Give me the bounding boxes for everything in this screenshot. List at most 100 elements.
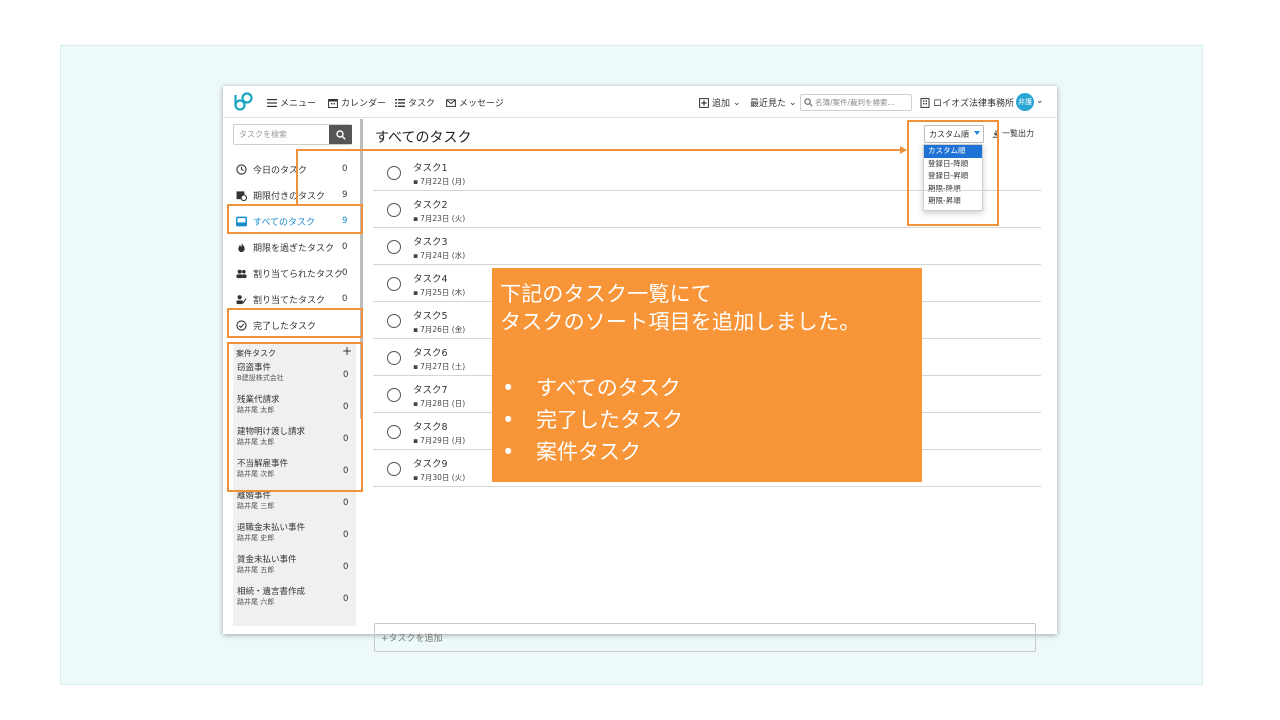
add-task-input[interactable]: +タスクを追加 [374,623,1036,652]
sidebar-item-label: 割り当てたタスク [253,295,326,306]
envelope-icon [446,98,456,107]
bullet-dot: • [502,440,515,464]
task-date: ▪ 7月22日 (月) [413,176,465,187]
plus-square-icon [699,97,709,108]
sidebar-item-count: 0 [342,164,348,174]
hamburger-icon [267,98,277,107]
task-date: ▪ 7月28日 (日) [413,398,465,409]
sidebar-item-label: 期限を過ぎたタスク [253,243,335,254]
highlight-case-tasks [227,342,363,492]
search-icon [335,129,346,140]
nav-menu[interactable]: メニュー [267,96,316,109]
global-search-input[interactable]: 名簿/案件/裁判を検索... [800,94,912,111]
task-complete-checkbox[interactable] [387,166,401,180]
building-icon [920,97,930,108]
task-complete-checkbox[interactable] [387,462,401,476]
nav-task[interactable]: タスク [395,96,435,109]
case-count: 0 [343,530,349,540]
task-date-text: 7月30日 (火) [420,473,466,482]
case-item[interactable]: 賃金未払い事件 路井尾 五郎 0 [237,555,355,587]
add-button[interactable]: 追加 ⌄ [699,96,741,109]
case-count: 0 [343,594,349,604]
task-date: ▪ 7月26日 (金) [413,324,465,335]
task-complete-checkbox[interactable] [387,351,401,365]
task-complete-checkbox[interactable] [387,425,401,439]
recent-button[interactable]: 最近見た ⌄ [750,96,797,110]
sidebar-item-count: 0 [342,268,348,278]
callout-line-1: 下記のタスク一覧にて [500,282,712,306]
search-icon [804,98,813,107]
bullet-dot: • [502,408,515,432]
sidebar-item-today[interactable]: 今日のタスク 0 [230,156,358,182]
sidebar-item-count: 9 [342,190,348,200]
export-label: 一覧出力 [1002,129,1034,138]
global-search-placeholder: 名簿/案件/裁判を検索... [815,98,895,107]
callout-bullet-text: すべてのタスク [536,376,681,400]
task-complete-checkbox[interactable] [387,277,401,291]
case-name: 相続・遺言書作成 [237,587,306,597]
connector-line-horizontal [296,149,900,151]
nav-message[interactable]: メッセージ [446,96,504,109]
task-complete-checkbox[interactable] [387,314,401,328]
nav-task-label: タスク [408,99,436,109]
recent-label: 最近見た [750,99,787,109]
task-date: ▪ 7月30日 (火) [413,472,465,483]
arrow-head-icon [900,146,907,154]
nav-calendar[interactable]: カレンダー [328,96,386,109]
task-complete-checkbox[interactable] [387,240,401,254]
case-item[interactable]: 相続・遺言書作成 路井尾 六郎 0 [237,587,355,619]
task-complete-checkbox[interactable] [387,203,401,217]
task-name: タスク5 [413,311,448,322]
task-name: タスク3 [413,237,448,248]
task-date-text: 7月24日 (水) [420,251,466,260]
callout-bullet: • すべてのタスク [502,372,681,402]
task-date-text: 7月23日 (火) [420,214,466,223]
case-client: 路井尾 五郎 [237,566,275,574]
case-name: 離婚事件 [237,491,272,501]
task-row[interactable]: タスク3 ▪ 7月24日 (水) [373,228,1041,265]
highlight-completed-tasks [227,308,363,338]
task-search-button[interactable] [329,125,352,144]
case-item[interactable]: 退職金未払い事件 路井尾 史郎 0 [237,523,355,555]
task-name: タスク1 [413,163,448,174]
add-label: 追加 [712,99,731,109]
calendar-icon [328,98,338,108]
highlight-all-tasks [227,204,363,234]
task-search-input[interactable]: タスクを検索 [233,124,352,145]
bullet-dot: • [502,376,515,400]
callout-bullet-text: 案件タスク [536,440,641,464]
case-name: 退職金未払い事件 [237,523,306,533]
callout-line-2: タスクのソート項目を追加しました。 [500,310,861,334]
user-avatar[interactable]: 弁護 [1016,93,1034,111]
nav-message-label: メッセージ [459,99,504,109]
sidebar-item-count: 0 [342,294,348,304]
task-name: タスク7 [413,385,448,396]
task-date: ▪ 7月27日 (土) [413,361,465,372]
calendar-clock-icon: ▪ [413,251,419,260]
task-complete-checkbox[interactable] [387,388,401,402]
calendar-clock-icon [235,189,247,201]
task-search-placeholder: タスクを検索 [239,130,287,139]
sidebar-item-assigned-to-me[interactable]: 割り当てられたタスク 0 [230,260,358,286]
case-client: 路井尾 史郎 [237,534,275,542]
task-name: タスク4 [413,274,448,285]
user-assign-icon [235,293,247,305]
app-logo-icon[interactable] [234,92,254,112]
calendar-clock-icon: ▪ [413,325,419,334]
case-client: 路井尾 六郎 [237,598,275,606]
clock-icon [235,163,247,175]
chevron-down-icon: ⌄ [733,97,741,108]
sidebar-item-count: 0 [342,242,348,252]
task-date-text: 7月25日 (木) [420,288,466,297]
task-date: ▪ 7月24日 (水) [413,250,465,261]
sidebar-item-overdue[interactable]: 期限を過ぎたタスク 0 [230,234,358,260]
task-list-icon [395,98,405,107]
office-name: ロイオズ法律事務所 [933,99,1015,109]
task-date: ▪ 7月29日 (月) [413,435,465,446]
top-navigation-bar: メニュー カレンダー タスク メッセージ 追加 ⌄ 最近見た ⌄ 名簿/案件/裁… [223,86,1057,118]
case-item[interactable]: 離婚事件 路井尾 三郎 0 [237,491,355,523]
sidebar-item-label: 割り当てられたタスク [253,269,344,280]
avatar-chevron-down-icon[interactable]: ⌄ [1036,96,1044,106]
office-selector[interactable]: ロイオズ法律事務所 [920,96,1014,109]
task-date: ▪ 7月25日 (木) [413,287,465,298]
